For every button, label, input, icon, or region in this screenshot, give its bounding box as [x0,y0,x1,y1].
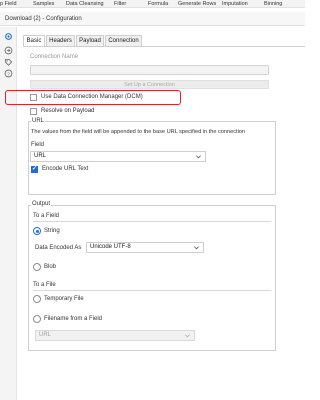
url-field-value: URL [34,153,47,159]
string-radio[interactable] [33,227,41,235]
to-a-file-divider [33,290,271,291]
data-encoded-as-select[interactable]: Unicode UTF-8 [86,242,204,253]
url-field-select[interactable]: URL [30,151,206,162]
filename-from-field-label: Filename from a Field [44,316,103,322]
set-up-connection-button[interactable]: Set Up a Connection [30,80,269,89]
ribbon-item-binning[interactable]: Binning [264,0,282,8]
to-a-field-divider [33,221,271,222]
configuration-titlebar: Download (2) - Configuration [0,12,305,26]
resolve-on-payload-label: Resolve on Payload [41,108,95,114]
dcm-checkbox[interactable] [30,94,37,101]
blob-radio[interactable] [33,263,41,271]
ribbon-item-generate-rows[interactable]: Generate Rows [178,0,216,8]
arrow-circle-icon[interactable] [4,46,13,55]
ribbon-item-samples[interactable]: Samples [33,0,54,8]
ribbon-item-field[interactable]: p Field [0,0,17,8]
data-encoded-as-label: Data Encoded As [35,245,82,251]
encode-url-text-label: Encode URL Text [42,166,89,172]
to-a-field-title: To a Field [33,213,60,219]
gear-icon[interactable] [4,32,13,41]
filename-field-select[interactable]: URL [35,330,195,341]
ribbon-item-formula[interactable]: Formula [148,0,168,8]
left-icon-strip: ? [0,27,17,400]
output-title: Output [31,201,52,207]
to-a-file-title: To a File [33,282,56,288]
data-encoded-as-value: Unicode UTF-8 [90,244,131,250]
chevron-down-icon [193,244,200,251]
temporary-file-label: Temporary File [44,296,84,302]
window-title: Download (2) - Configuration [5,16,82,22]
tab-headers[interactable]: Headers [46,35,75,46]
dcm-label: Use Data Connection Manager (DCM) [41,94,143,100]
help-icon[interactable]: ? [4,69,13,78]
chevron-down-icon [184,332,191,339]
url-description: The values from the field will be append… [31,129,246,135]
filename-from-field-radio[interactable] [33,315,41,323]
blob-label: Blob [44,264,57,270]
tool-ribbon: p Field Samples Data Cleansing Filter Fo… [0,0,305,8]
chevron-down-icon [195,153,202,160]
ribbon-item-filter[interactable]: Filter [114,0,126,8]
tag-icon[interactable] [4,58,13,67]
url-field-label: Field [31,142,45,148]
url-section-label: URL [31,118,46,124]
tab-connection[interactable]: Connection [105,35,142,46]
temporary-file-radio[interactable] [33,295,41,303]
resolve-on-payload-checkbox[interactable] [30,108,37,115]
filename-field-value: URL [39,332,52,338]
connection-name-input[interactable] [30,65,269,75]
tab-payload[interactable]: Payload [76,35,104,46]
encode-url-text-checkbox[interactable] [31,165,38,173]
string-label: String [44,228,60,234]
ribbon-item-imputation[interactable]: Imputation [222,0,248,8]
connection-name-label: Connection Name [30,54,79,60]
ribbon-item-data-cleansing[interactable]: Data Cleansing [66,0,104,8]
svg-text:?: ? [7,71,10,77]
